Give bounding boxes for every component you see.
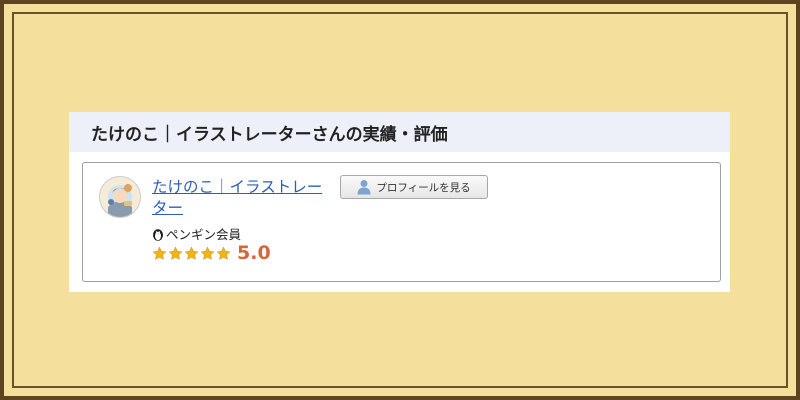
star-icon <box>168 246 183 260</box>
profile-summary: たけのこ｜イラストレーター プロフィールを見る ペンギン会員 5.0 <box>82 162 721 282</box>
star-icon <box>200 246 215 260</box>
page-title: たけのこ｜イラストレーターさんの実績・評価 <box>91 125 448 145</box>
view-profile-label: プロフィールを見る <box>376 181 471 194</box>
rating-row: 5.0 <box>152 242 271 264</box>
person-icon <box>357 180 371 195</box>
view-profile-button[interactable]: プロフィールを見る <box>340 175 488 199</box>
illustrator-avatar-icon <box>100 177 140 217</box>
star-icon <box>184 246 199 260</box>
star-icon <box>216 246 231 260</box>
card-header: たけのこ｜イラストレーターさんの実績・評価 <box>69 112 730 152</box>
membership-label: ペンギン会員 <box>166 227 242 242</box>
rating-stars <box>152 246 231 261</box>
image-frame: たけのこ｜イラストレーターさんの実績・評価 たけのこ｜イラストレーター プロフィ… <box>4 4 796 396</box>
avatar[interactable] <box>99 176 141 218</box>
review-card: たけのこ｜イラストレーターさんの実績・評価 たけのこ｜イラストレーター プロフィ… <box>69 112 730 292</box>
star-icon <box>152 246 167 260</box>
profile-name-link[interactable]: たけのこ｜イラストレーター <box>152 177 332 219</box>
penguin-icon <box>153 228 163 241</box>
membership-line: ペンギン会員 <box>152 224 241 243</box>
rating-value: 5.0 <box>237 242 271 264</box>
